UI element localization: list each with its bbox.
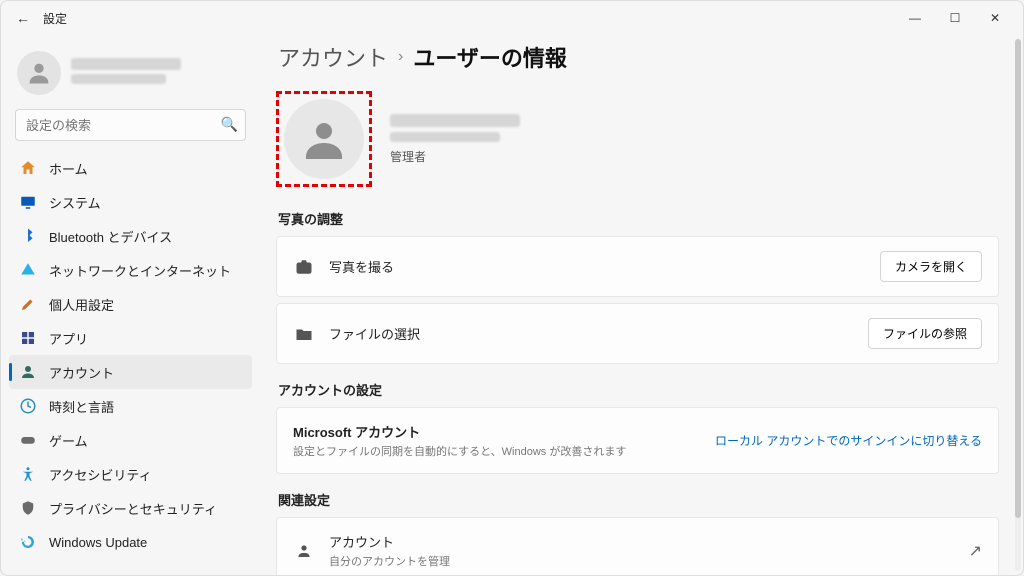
sidebar-item-label: アプリ bbox=[49, 329, 88, 348]
card-ms-account: Microsoft アカウント 設定とファイルの同期を自動的にすると、Windo… bbox=[276, 407, 999, 474]
sidebar-item-network[interactable]: ネットワークとインターネット bbox=[9, 253, 252, 287]
apps-icon bbox=[19, 329, 37, 347]
related-accounts-label: アカウント bbox=[329, 532, 955, 551]
user-name-redacted bbox=[390, 114, 520, 127]
sidebar-item-accessibility[interactable]: アクセシビリティ bbox=[9, 457, 252, 491]
bluetooth-icon bbox=[19, 227, 37, 245]
sidebar-item-windows-update[interactable]: Windows Update bbox=[9, 525, 252, 559]
search-icon: 🔍 bbox=[221, 116, 238, 133]
profile-email-redacted bbox=[71, 74, 166, 84]
card-take-photo: 写真を撮る カメラを開く bbox=[276, 236, 999, 297]
sidebar-item-time-language[interactable]: 時刻と言語 bbox=[9, 389, 252, 423]
user-role: 管理者 bbox=[390, 148, 520, 165]
scrollbar[interactable] bbox=[1015, 39, 1021, 571]
sidebar-item-gaming[interactable]: ゲーム bbox=[9, 423, 252, 457]
sidebar-item-bluetooth[interactable]: Bluetooth とデバイス bbox=[9, 219, 252, 253]
section-title-account: アカウントの設定 bbox=[278, 380, 997, 399]
network-icon bbox=[19, 261, 37, 279]
related-accounts-sub: 自分のアカウントを管理 bbox=[329, 553, 955, 569]
section-title-photo: 写真の調整 bbox=[278, 209, 997, 228]
gamepad-icon bbox=[19, 431, 37, 449]
maximize-button[interactable]: ☐ bbox=[935, 4, 975, 32]
sidebar-item-system[interactable]: システム bbox=[9, 185, 252, 219]
breadcrumb: アカウント › ユーザーの情報 bbox=[278, 41, 999, 73]
sidebar-item-label: 時刻と言語 bbox=[49, 397, 114, 416]
update-icon bbox=[19, 533, 37, 551]
section-title-related: 関連設定 bbox=[278, 490, 997, 509]
shield-icon bbox=[19, 499, 37, 517]
clock-globe-icon bbox=[19, 397, 37, 415]
profile-name-redacted bbox=[71, 58, 181, 70]
breadcrumb-parent[interactable]: アカウント bbox=[278, 41, 388, 73]
sidebar-item-label: プライバシーとセキュリティ bbox=[49, 499, 217, 518]
open-camera-button[interactable]: カメラを開く bbox=[880, 251, 982, 282]
chevron-right-icon: › bbox=[398, 48, 403, 66]
user-email-redacted bbox=[390, 132, 500, 142]
breadcrumb-current: ユーザーの情報 bbox=[413, 41, 567, 73]
close-button[interactable]: ✕ bbox=[975, 4, 1015, 32]
sidebar-item-privacy[interactable]: プライバシーとセキュリティ bbox=[9, 491, 252, 525]
user-avatar[interactable] bbox=[284, 99, 364, 179]
card-related-accounts[interactable]: アカウント 自分のアカウントを管理 ↗ bbox=[276, 517, 999, 575]
sidebar-item-label: Bluetooth とデバイス bbox=[49, 227, 172, 246]
ms-account-label: Microsoft アカウント bbox=[293, 422, 701, 441]
search-container: 🔍 bbox=[15, 109, 246, 141]
browse-files-button[interactable]: ファイルの参照 bbox=[868, 318, 982, 349]
sidebar-item-label: システム bbox=[49, 193, 101, 212]
folder-icon bbox=[293, 325, 315, 343]
choose-file-label: ファイルの選択 bbox=[329, 324, 854, 343]
person-icon bbox=[19, 363, 37, 381]
minimize-button[interactable]: ― bbox=[895, 4, 935, 32]
back-button[interactable]: ← bbox=[9, 4, 37, 32]
search-input[interactable] bbox=[15, 109, 246, 141]
sidebar-item-accounts[interactable]: アカウント bbox=[9, 355, 252, 389]
ms-account-sub: 設定とファイルの同期を自動的にすると、Windows が改善されます bbox=[293, 443, 701, 459]
app-title: 設定 bbox=[43, 10, 67, 27]
sidebar-item-home[interactable]: ホーム bbox=[9, 151, 252, 185]
sidebar-profile[interactable] bbox=[9, 41, 252, 109]
take-photo-label: 写真を撮る bbox=[329, 257, 866, 276]
sidebar-item-label: ネットワークとインターネット bbox=[49, 261, 231, 280]
paintbrush-icon bbox=[19, 295, 37, 313]
sidebar-item-personalization[interactable]: 個人用設定 bbox=[9, 287, 252, 321]
accessibility-icon bbox=[19, 465, 37, 483]
sidebar-item-label: ゲーム bbox=[49, 431, 88, 450]
sidebar-item-label: 個人用設定 bbox=[49, 295, 114, 314]
home-icon bbox=[19, 159, 37, 177]
avatar-icon bbox=[17, 51, 61, 95]
switch-local-account-link[interactable]: ローカル アカウントでのサインインに切り替える bbox=[715, 432, 982, 449]
avatar-highlight-box bbox=[276, 91, 372, 187]
sidebar-item-label: ホーム bbox=[49, 159, 88, 178]
sidebar-item-label: Windows Update bbox=[49, 535, 147, 550]
scrollbar-thumb[interactable] bbox=[1015, 39, 1021, 518]
card-choose-file: ファイルの選択 ファイルの参照 bbox=[276, 303, 999, 364]
camera-icon bbox=[293, 258, 315, 276]
sidebar-item-apps[interactable]: アプリ bbox=[9, 321, 252, 355]
external-link-icon: ↗ bbox=[969, 541, 982, 561]
sidebar-item-label: アクセシビリティ bbox=[49, 465, 152, 484]
system-icon bbox=[19, 193, 37, 211]
person-small-icon bbox=[293, 542, 315, 560]
sidebar-item-label: アカウント bbox=[49, 363, 114, 382]
